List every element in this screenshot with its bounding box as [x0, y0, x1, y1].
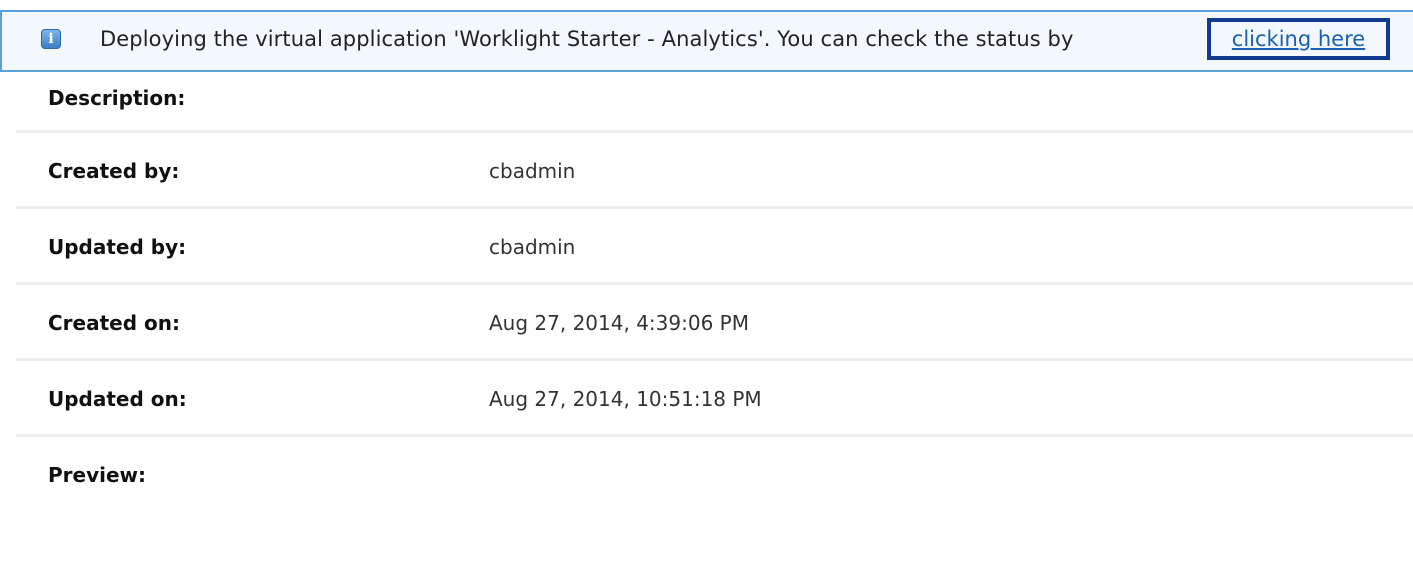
property-row-created-by: Created by: cbadmin	[16, 133, 1413, 209]
preview-label: Preview:	[48, 463, 147, 487]
property-row-description: Description:	[16, 72, 1413, 133]
property-row-created-on: Created on: Aug 27, 2014, 4:39:06 PM	[16, 285, 1413, 361]
info-icon: i	[41, 29, 61, 49]
page: i Deploying the virtual application 'Wor…	[0, 0, 1413, 570]
created-on-label: Created on:	[48, 311, 180, 335]
property-row-preview: Preview:	[16, 437, 1413, 513]
created-by-value: cbadmin	[489, 159, 576, 183]
properties-list: Description: Created by: cbadmin Updated…	[16, 72, 1413, 513]
updated-by-value: cbadmin	[489, 235, 576, 259]
created-on-value: Aug 27, 2014, 4:39:06 PM	[489, 311, 749, 335]
updated-on-value: Aug 27, 2014, 10:51:18 PM	[489, 387, 762, 411]
check-status-link[interactable]: clicking here	[1207, 18, 1390, 60]
property-row-updated-on: Updated on: Aug 27, 2014, 10:51:18 PM	[16, 361, 1413, 437]
created-by-label: Created by:	[48, 159, 180, 183]
deployment-notification: i Deploying the virtual application 'Wor…	[0, 10, 1413, 72]
updated-by-label: Updated by:	[48, 235, 187, 259]
updated-on-label: Updated on:	[48, 387, 187, 411]
description-label: Description:	[48, 86, 186, 110]
property-row-updated-by: Updated by: cbadmin	[16, 209, 1413, 285]
notification-message: Deploying the virtual application 'Workl…	[100, 27, 1074, 51]
